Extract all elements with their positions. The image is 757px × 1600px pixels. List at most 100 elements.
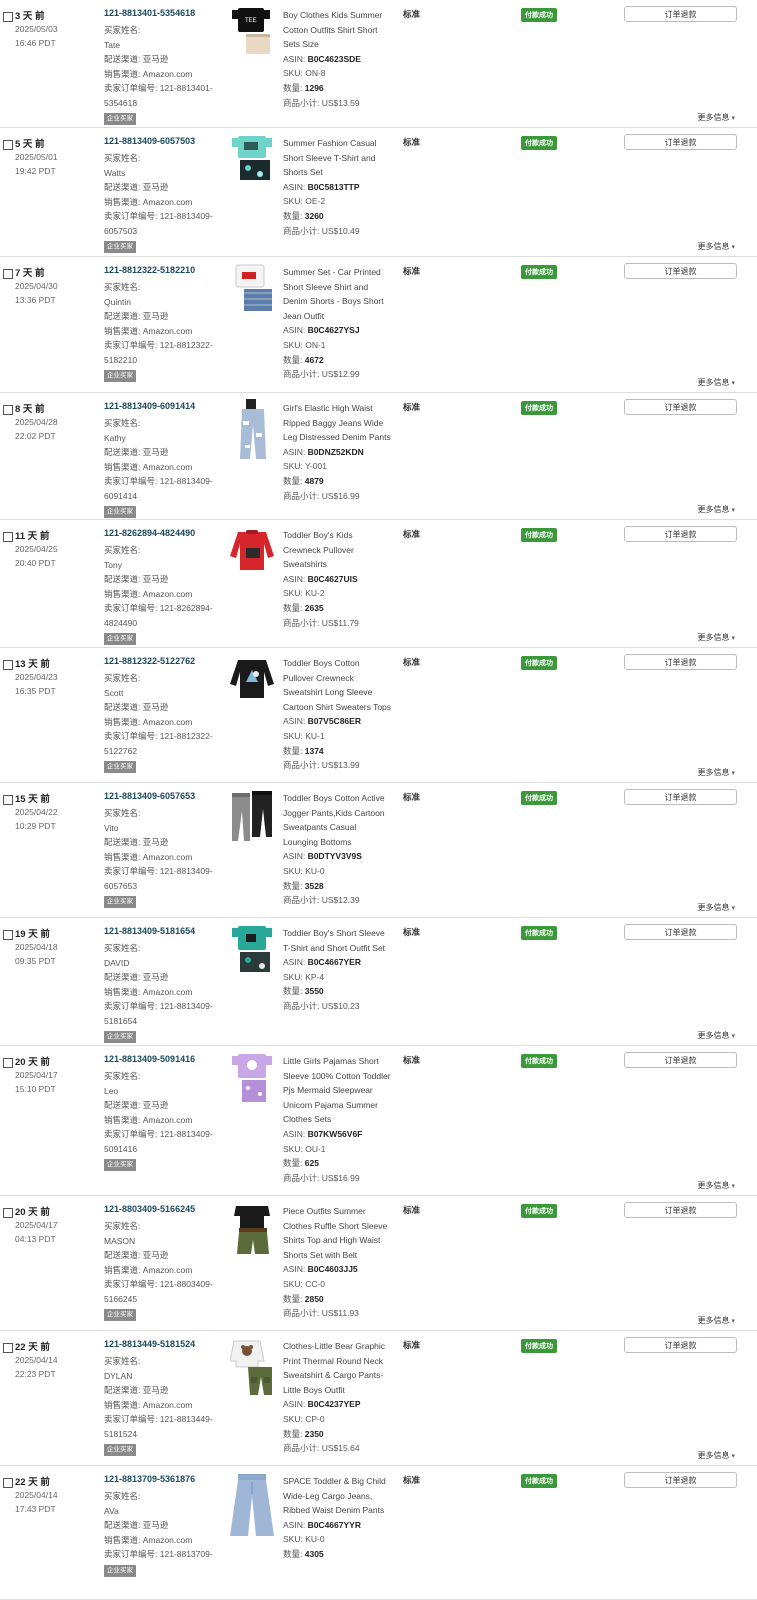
- row-checkbox[interactable]: [3, 532, 13, 542]
- product-title-line[interactable]: Summer Set - Car Printed: [283, 265, 401, 280]
- product-image[interactable]: [230, 654, 276, 714]
- row-checkbox[interactable]: [3, 930, 13, 940]
- refund-order-button[interactable]: 订单退款: [624, 1337, 737, 1353]
- product-title-line[interactable]: Ripped Baggy Jeans Wide: [283, 416, 401, 431]
- more-info-link[interactable]: 更多信息 ▾: [697, 1030, 735, 1041]
- product-image[interactable]: [230, 399, 276, 459]
- product-image[interactable]: [230, 134, 276, 194]
- product-image[interactable]: TEE: [230, 6, 276, 66]
- product-title-line[interactable]: Cartoon Shirt Sweaters Tops: [283, 700, 401, 715]
- product-image[interactable]: [230, 1472, 276, 1536]
- row-checkbox[interactable]: [3, 1208, 13, 1218]
- product-title-line[interactable]: Leg Distressed Denim Pants: [283, 430, 401, 445]
- more-info-link[interactable]: 更多信息 ▾: [697, 1180, 735, 1191]
- product-title-line[interactable]: Clothes Ruffle Short Sleeve: [283, 1219, 401, 1234]
- product-title-line[interactable]: Sweatpants Casual: [283, 820, 401, 835]
- order-id-link[interactable]: 121-8813409-5181654: [104, 926, 195, 936]
- product-title-line[interactable]: Little Girls Pajamas Short: [283, 1054, 401, 1069]
- more-info-link[interactable]: 更多信息 ▾: [697, 632, 735, 643]
- refund-order-button[interactable]: 订单退款: [624, 1202, 737, 1218]
- refund-order-button[interactable]: 订单退款: [624, 6, 737, 22]
- refund-order-button[interactable]: 订单退款: [624, 654, 737, 670]
- product-title-line[interactable]: Pullover Crewneck: [283, 671, 401, 686]
- product-title-line[interactable]: Crewneck Pullover: [283, 543, 401, 558]
- product-title-line[interactable]: Little Boys Outfit: [283, 1383, 401, 1398]
- more-info-link[interactable]: 更多信息 ▾: [697, 241, 735, 252]
- order-id-link[interactable]: 121-8813409-6091414: [104, 401, 195, 411]
- order-id-link[interactable]: 121-8812322-5182210: [104, 265, 195, 275]
- product-title-line[interactable]: SPACE Toddler & Big Child: [283, 1474, 401, 1489]
- product-title-line[interactable]: Denim Shorts - Boys Short: [283, 294, 401, 309]
- product-title-line[interactable]: Cotton Outfits Shirt Short: [283, 23, 401, 38]
- product-title-line[interactable]: Toddler Boy's Short Sleeve: [283, 926, 401, 941]
- product-image[interactable]: [230, 924, 276, 984]
- product-image[interactable]: [230, 1052, 276, 1112]
- product-title-line[interactable]: Wide-Leg Cargo Jeans,: [283, 1489, 401, 1504]
- product-image[interactable]: [230, 526, 276, 586]
- order-id-link[interactable]: 121-8813709-5361876: [104, 1474, 195, 1484]
- product-title-line[interactable]: Unicorn Pajama Summer: [283, 1098, 401, 1113]
- row-checkbox[interactable]: [3, 660, 13, 670]
- product-title-line[interactable]: Sets Size: [283, 37, 401, 52]
- refund-order-button[interactable]: 订单退款: [624, 263, 737, 279]
- more-info-link[interactable]: 更多信息 ▾: [697, 902, 735, 913]
- product-title-line[interactable]: Toddler Boys Cotton Active: [283, 791, 401, 806]
- product-image[interactable]: [230, 789, 276, 849]
- product-title-line[interactable]: Sweatshirt Long Sleeve: [283, 685, 401, 700]
- refund-order-button[interactable]: 订单退款: [624, 789, 737, 805]
- product-title-line[interactable]: Piece Outfits Summer: [283, 1204, 401, 1219]
- product-title-line[interactable]: Jean Outfit: [283, 309, 401, 324]
- order-id-link[interactable]: 121-8813409-6057653: [104, 791, 195, 801]
- order-id-link[interactable]: 121-8812322-5122762: [104, 656, 195, 666]
- product-title-line[interactable]: Toddler Boy's Kids: [283, 528, 401, 543]
- product-title-line[interactable]: Print Thermal Round Neck: [283, 1354, 401, 1369]
- more-info-link[interactable]: 更多信息 ▾: [697, 1315, 735, 1326]
- order-id-link[interactable]: 121-8813409-6057503: [104, 136, 195, 146]
- product-title-line[interactable]: Sweatshirt & Cargo Pants-: [283, 1368, 401, 1383]
- row-checkbox[interactable]: [3, 269, 13, 279]
- refund-order-button[interactable]: 订单退款: [624, 134, 737, 150]
- product-title-line[interactable]: Shirts Top and High Waist: [283, 1233, 401, 1248]
- product-title-line[interactable]: Summer Fashion Casual: [283, 136, 401, 151]
- row-checkbox[interactable]: [3, 1343, 13, 1353]
- product-title-line[interactable]: T-Shirt and Short Outfit Set: [283, 941, 401, 956]
- refund-order-button[interactable]: 订单退款: [624, 399, 737, 415]
- order-id-link[interactable]: 121-8813409-5091416: [104, 1054, 195, 1064]
- order-id-link[interactable]: 121-8813449-5181524: [104, 1339, 195, 1349]
- order-id-link[interactable]: 121-8803409-5166245: [104, 1204, 195, 1214]
- more-info-link[interactable]: 更多信息 ▾: [697, 377, 735, 388]
- row-checkbox[interactable]: [3, 795, 13, 805]
- more-info-link[interactable]: 更多信息 ▾: [697, 767, 735, 778]
- refund-order-button[interactable]: 订单退款: [624, 526, 737, 542]
- product-title-line[interactable]: Jogger Pants,Kids Cartoon: [283, 806, 401, 821]
- product-title-line[interactable]: Pjs Mermaid Sleepwear: [283, 1083, 401, 1098]
- product-title-line[interactable]: Clothes-Little Bear Graphic: [283, 1339, 401, 1354]
- product-title-line[interactable]: Girl's Elastic High Waist: [283, 401, 401, 416]
- product-title-line[interactable]: Lounging Bottoms: [283, 835, 401, 850]
- more-info-link[interactable]: 更多信息 ▾: [697, 112, 735, 123]
- product-title-line[interactable]: Shorts Set with Belt: [283, 1248, 401, 1263]
- row-checkbox[interactable]: [3, 140, 13, 150]
- product-title-line[interactable]: Shorts Set: [283, 165, 401, 180]
- product-title-line[interactable]: Clothes Sets: [283, 1112, 401, 1127]
- refund-order-button[interactable]: 订单退款: [624, 1052, 737, 1068]
- product-title-line[interactable]: Sleeve 100% Cotton Toddler: [283, 1069, 401, 1084]
- product-image[interactable]: [229, 1337, 276, 1397]
- more-info-link[interactable]: 更多信息 ▾: [697, 504, 735, 515]
- product-title-line[interactable]: Short Sleeve T-Shirt and: [283, 151, 401, 166]
- product-title-line[interactable]: Boy Clothes Kids Summer: [283, 8, 401, 23]
- refund-order-button[interactable]: 订单退款: [624, 1472, 737, 1488]
- product-title-line[interactable]: Ribbed Waist Denim Pants: [283, 1503, 401, 1518]
- more-info-link[interactable]: 更多信息 ▾: [697, 1450, 735, 1461]
- row-checkbox[interactable]: [3, 12, 13, 22]
- row-checkbox[interactable]: [3, 1058, 13, 1068]
- refund-order-button[interactable]: 订单退款: [624, 924, 737, 940]
- product-title-line[interactable]: Short Sleeve Shirt and: [283, 280, 401, 295]
- order-id-link[interactable]: 121-8813401-5354618: [104, 8, 195, 18]
- product-image[interactable]: [230, 1202, 276, 1262]
- product-title-line[interactable]: Sweatshirts: [283, 557, 401, 572]
- product-image[interactable]: [230, 263, 276, 323]
- row-checkbox[interactable]: [3, 405, 13, 415]
- order-id-link[interactable]: 121-8262894-4824490: [104, 528, 195, 538]
- product-title-line[interactable]: Toddler Boys Cotton: [283, 656, 401, 671]
